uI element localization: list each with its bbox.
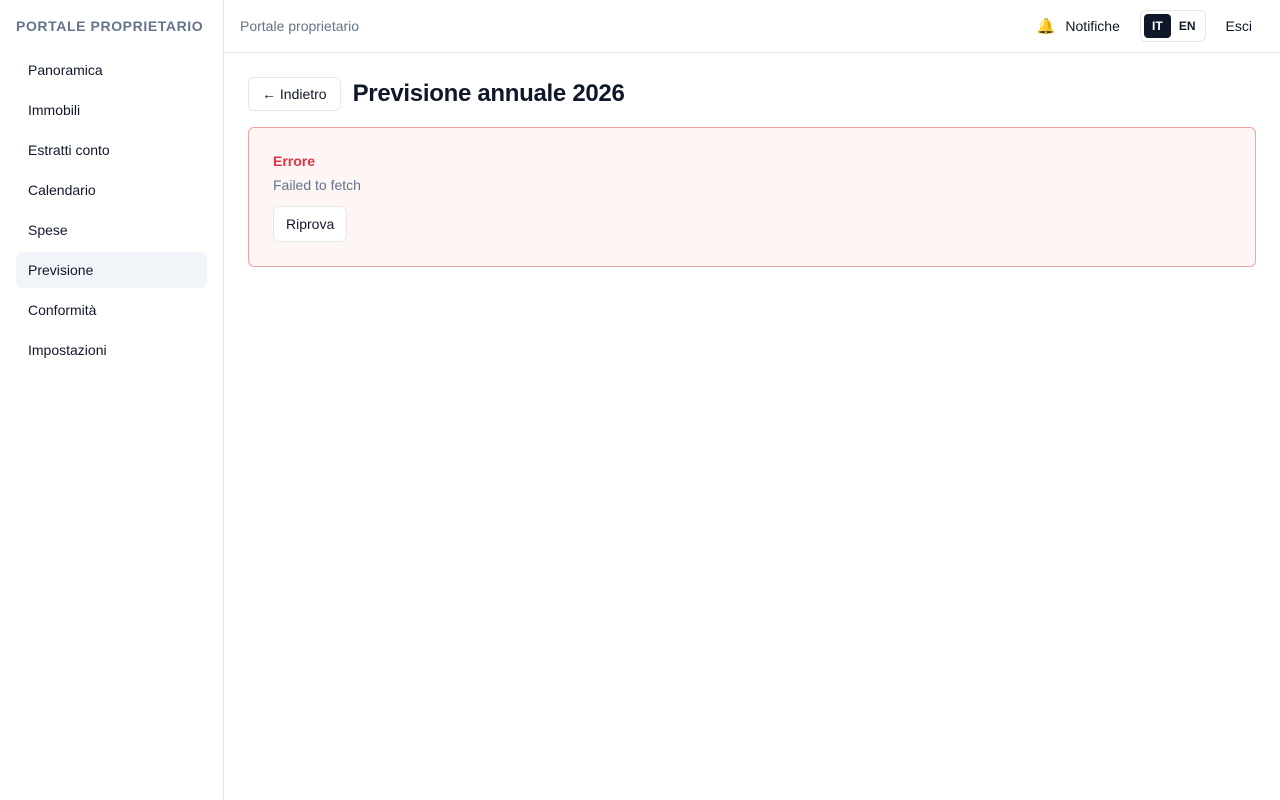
page-title: Previsione annuale 2026 <box>352 80 625 107</box>
notifications-label: Notifiche <box>1065 18 1120 34</box>
lang-en-button[interactable]: EN <box>1173 14 1202 38</box>
sidebar-item-calendario[interactable]: Calendario <box>16 172 207 208</box>
topbar-title: Portale proprietario <box>240 18 360 34</box>
topbar: Portale proprietario 🔔 Notifiche IT EN E… <box>224 0 1280 53</box>
lang-it-button[interactable]: IT <box>1143 14 1171 38</box>
app-root: PORTALE PROPRIETARIO Panoramica Immobili… <box>0 0 1280 800</box>
language-switch: IT EN <box>1139 10 1206 42</box>
page-header: ← Indietro Previsione annuale 2026 <box>248 77 1256 111</box>
sidebar-nav: Panoramica Immobili Estratti conto Calen… <box>16 52 207 368</box>
sidebar-item-immobili[interactable]: Immobili <box>16 92 207 128</box>
retry-button[interactable]: Riprova <box>273 206 348 242</box>
sidebar-item-impostazioni[interactable]: Impostazioni <box>16 332 207 368</box>
error-alert: Errore Failed to fetch Riprova <box>248 127 1256 267</box>
sidebar-item-spese[interactable]: Spese <box>16 212 207 248</box>
back-button[interactable]: ← Indietro <box>248 77 341 111</box>
error-title: Errore <box>273 153 316 169</box>
sidebar-item-previsione[interactable]: Previsione <box>16 252 207 288</box>
main-area: Portale proprietario 🔔 Notifiche IT EN E… <box>224 0 1280 800</box>
sidebar-brand: PORTALE PROPRIETARIO <box>16 18 204 34</box>
bell-icon: 🔔 <box>1036 17 1056 35</box>
notifications-button[interactable]: 🔔 Notifiche <box>1037 18 1120 34</box>
topbar-actions: 🔔 Notifiche IT EN Esci <box>1037 10 1252 42</box>
sidebar: PORTALE PROPRIETARIO Panoramica Immobili… <box>0 0 224 800</box>
page-content: ← Indietro Previsione annuale 2026 Error… <box>224 53 1280 291</box>
sidebar-item-estratti-conto[interactable]: Estratti conto <box>16 132 207 168</box>
error-message: Failed to fetch <box>273 177 361 193</box>
sidebar-item-conformita[interactable]: Conformità <box>16 292 207 328</box>
sidebar-item-panoramica[interactable]: Panoramica <box>16 52 207 88</box>
logout-button[interactable]: Esci <box>1226 18 1252 34</box>
